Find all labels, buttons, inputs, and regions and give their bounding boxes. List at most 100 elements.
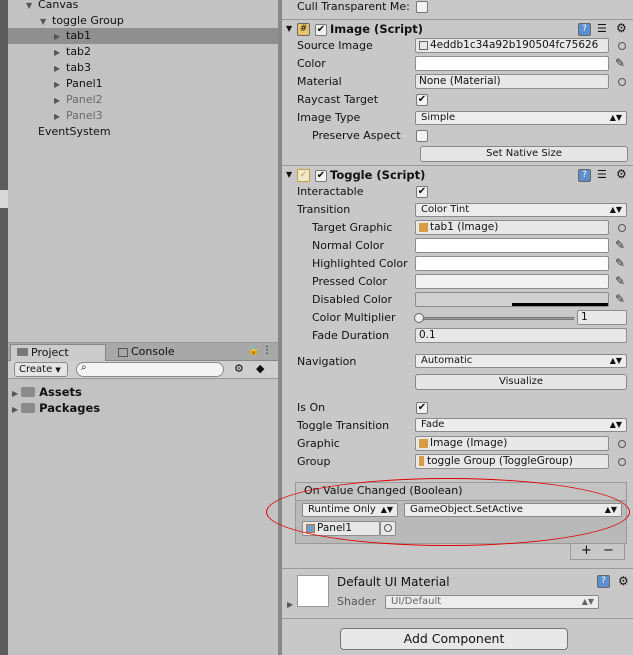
hierarchy-item-tab3[interactable]: ▶ tab3 xyxy=(54,60,276,76)
color-field[interactable] xyxy=(415,56,609,71)
expand-arrow-icon[interactable]: ▼ xyxy=(26,0,38,14)
multiplier-slider-thumb[interactable] xyxy=(414,313,424,323)
tab-project[interactable]: Project xyxy=(10,344,106,361)
gear-icon[interactable]: ⚙ xyxy=(618,574,629,588)
filter-type-icon[interactable]: ⚙ xyxy=(234,362,244,375)
help-icon[interactable]: ? xyxy=(578,23,591,36)
runtime-value: Runtime Only xyxy=(308,504,376,515)
visualize-button[interactable]: Visualize xyxy=(415,374,627,390)
gear-icon[interactable]: ⚙ xyxy=(616,21,627,35)
navigation-dropdown[interactable]: Automatic ▲▼ xyxy=(415,354,627,368)
preset-icon[interactable]: ☰ xyxy=(597,168,607,181)
expand-arrow-icon[interactable]: ▶ xyxy=(54,61,66,77)
interactable-checkbox[interactable]: ✔ xyxy=(416,186,428,198)
foldout-arrow-icon[interactable]: ▶ xyxy=(287,600,293,609)
expand-arrow-icon[interactable]: ▶ xyxy=(12,389,18,398)
image-component-header[interactable]: ▼ # ✔ Image (Script) ? ☰ ⚙ xyxy=(282,19,633,39)
hierarchy-item-tab1[interactable]: ▶ tab1 xyxy=(8,28,278,44)
preset-icon[interactable]: ☰ xyxy=(597,22,607,35)
material-field[interactable]: None (Material) xyxy=(415,74,609,89)
object-picker-icon[interactable] xyxy=(618,224,626,232)
eyedropper-icon[interactable]: ✎ xyxy=(615,56,627,70)
help-icon[interactable]: ? xyxy=(578,169,591,182)
hierarchy-item-eventsystem[interactable]: EventSystem xyxy=(38,124,276,140)
toggle-component-header[interactable]: ▼ ✓ ✔ Toggle (Script) ? ☰ ⚙ xyxy=(282,165,633,185)
is-on-checkbox[interactable]: ✔ xyxy=(416,402,428,414)
expand-arrow-icon[interactable]: ▶ xyxy=(54,45,66,61)
event-header: On Value Changed (Boolean) xyxy=(295,482,627,500)
expand-arrow-icon[interactable]: ▶ xyxy=(54,77,66,93)
target-graphic-field[interactable]: tab1 (Image) xyxy=(415,220,609,235)
object-picker-icon[interactable] xyxy=(618,440,626,448)
foldout-arrow-icon[interactable]: ▼ xyxy=(286,170,292,179)
folder-packages[interactable]: ▶ Packages xyxy=(12,400,100,416)
add-listener-button[interactable]: + xyxy=(581,543,592,558)
shader-dropdown[interactable]: UI/Default ▲▼ xyxy=(385,595,599,609)
object-picker-icon[interactable] xyxy=(618,42,626,50)
graphic-field[interactable]: Image (Image) xyxy=(415,436,609,451)
search-icon: ⌕ xyxy=(81,362,87,373)
hierarchy-item-canvas[interactable]: ▼ Canvas xyxy=(26,0,276,13)
help-icon[interactable]: ? xyxy=(597,575,610,588)
graphic-value: Image (Image) xyxy=(430,437,508,449)
gear-icon[interactable]: ⚙ xyxy=(616,167,627,181)
multiplier-input[interactable]: 1 xyxy=(577,310,627,325)
disabled-color-field[interactable] xyxy=(415,292,609,307)
folder-label: Packages xyxy=(39,401,101,415)
raycast-label: Raycast Target xyxy=(297,93,379,106)
multiplier-slider-track[interactable] xyxy=(418,317,574,320)
folder-icon xyxy=(21,402,36,413)
cull-checkbox[interactable] xyxy=(416,1,428,13)
pressed-color-field[interactable] xyxy=(415,274,609,289)
object-picker-icon[interactable] xyxy=(618,458,626,466)
hierarchy-item-tab2[interactable]: ▶ tab2 xyxy=(54,44,276,60)
eyedropper-icon[interactable]: ✎ xyxy=(615,274,627,288)
expand-arrow-icon[interactable]: ▶ xyxy=(54,93,66,109)
expand-arrow-icon[interactable]: ▶ xyxy=(54,109,66,125)
foldout-arrow-icon[interactable]: ▼ xyxy=(286,24,292,33)
runtime-dropdown[interactable]: Runtime Only ▲▼ xyxy=(302,503,398,517)
hierarchy-item-panel1[interactable]: ▶ Panel1 xyxy=(54,76,276,92)
folder-assets[interactable]: ▶ Assets xyxy=(12,384,82,400)
set-native-size-button[interactable]: Set Native Size xyxy=(420,146,628,162)
highlighted-color-field[interactable] xyxy=(415,256,609,271)
eyedropper-icon[interactable]: ✎ xyxy=(615,238,627,252)
remove-listener-button[interactable]: − xyxy=(603,543,614,558)
search-input[interactable]: ⌕ xyxy=(76,362,224,377)
image-enabled-checkbox[interactable]: ✔ xyxy=(315,24,327,36)
hierarchy-item-panel3[interactable]: ▶ Panel3 xyxy=(54,108,276,124)
eyedropper-icon[interactable]: ✎ xyxy=(615,256,627,270)
raycast-checkbox[interactable]: ✔ xyxy=(416,94,428,106)
panel-menu-icon[interactable]: ⋮ xyxy=(262,345,272,356)
fade-duration-input[interactable]: 0.1 xyxy=(415,328,627,343)
eyedropper-icon[interactable]: ✎ xyxy=(615,292,627,306)
tab-console[interactable]: Console xyxy=(112,344,192,361)
toggle-enabled-checkbox[interactable]: ✔ xyxy=(315,170,327,182)
function-dropdown[interactable]: GameObject.SetActive ▲▼ xyxy=(404,503,622,517)
navigation-value: Automatic xyxy=(421,355,473,366)
expand-arrow-icon[interactable]: ▶ xyxy=(12,405,18,414)
material-preview xyxy=(297,575,329,607)
label-icon[interactable]: ◆ xyxy=(256,362,264,375)
event-target-field[interactable]: Panel1 xyxy=(302,521,380,536)
object-picker-icon[interactable] xyxy=(618,78,626,86)
navigation-label: Navigation xyxy=(297,355,357,368)
transition-dropdown[interactable]: Color Tint ▲▼ xyxy=(415,203,627,217)
preserve-aspect-checkbox[interactable] xyxy=(416,130,428,142)
toggle-group-icon xyxy=(419,456,424,466)
object-picker-icon[interactable] xyxy=(384,524,392,532)
normal-color-field[interactable] xyxy=(415,238,609,253)
add-component-button[interactable]: Add Component xyxy=(340,628,568,650)
image-type-dropdown[interactable]: Simple ▲▼ xyxy=(415,111,627,125)
create-button[interactable]: Create ▼ xyxy=(14,362,68,377)
lock-icon[interactable]: 🔒 xyxy=(248,346,259,356)
toggle-transition-dropdown[interactable]: Fade ▲▼ xyxy=(415,418,627,432)
expand-arrow-icon[interactable]: ▶ xyxy=(54,29,66,45)
event-target-picker[interactable] xyxy=(380,521,396,536)
dropdown-caret-icon: ▲▼ xyxy=(380,505,393,514)
group-field[interactable]: toggle Group (ToggleGroup) xyxy=(415,454,609,469)
image-icon xyxy=(419,222,428,232)
source-image-field[interactable]: 4eddb1c34a92b190504fc75626 xyxy=(415,38,609,53)
hierarchy-item-panel2[interactable]: ▶ Panel2 xyxy=(54,92,276,108)
hierarchy-item-toggle-group[interactable]: ▼ toggle Group xyxy=(40,13,276,29)
